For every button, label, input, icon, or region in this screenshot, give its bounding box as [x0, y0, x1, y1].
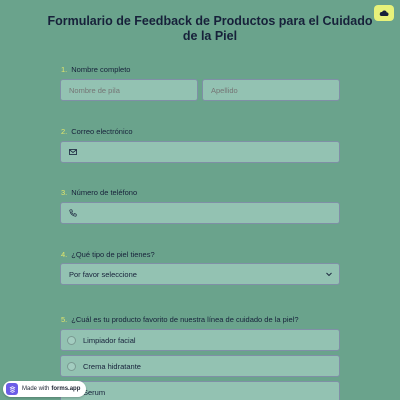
question-text: ¿Cuál es tu producto favorito de nuestra… — [71, 315, 299, 324]
option-facial-cleanser[interactable]: Limpiador facial — [60, 329, 340, 351]
question-number: 5. — [61, 315, 68, 324]
option-label: Limpiador facial — [83, 335, 136, 345]
radio-button[interactable] — [67, 335, 76, 345]
phone-field[interactable] — [60, 202, 340, 224]
question-text: ¿Qué tipo de piel tienes? — [71, 250, 155, 259]
question-number: 4. — [61, 250, 68, 259]
option-label: Serum — [83, 387, 106, 397]
phone-icon — [69, 209, 77, 217]
question-label-phone: 3. Número de teléfono — [61, 188, 137, 197]
option-serum[interactable]: Serum — [60, 381, 340, 400]
skin-type-select[interactable]: Por favor seleccione — [60, 263, 340, 285]
badge-prefix: Made with — [22, 386, 50, 392]
radio-button[interactable] — [67, 361, 76, 371]
cloud-icon — [379, 10, 389, 16]
select-value: Por favor seleccione — [69, 269, 137, 279]
question-text: Correo electrónico — [71, 127, 133, 136]
question-number: 3. — [61, 188, 68, 197]
mail-icon — [69, 148, 77, 156]
question-text: Nombre completo — [71, 65, 131, 74]
form-title: Formulario de Feedback de Productos para… — [47, 14, 373, 43]
email-field[interactable] — [60, 141, 340, 163]
question-label-email: 2. Correo electrónico — [61, 127, 133, 136]
question-label-skin-type: 4. ¿Qué tipo de piel tienes? — [61, 250, 155, 259]
question-number: 1. — [61, 65, 68, 74]
option-moisturizer[interactable]: Crema hidratante — [60, 355, 340, 377]
made-with-badge[interactable]: Made with forms.app — [3, 381, 87, 397]
first-name-input[interactable] — [60, 79, 198, 101]
forms-app-logo-icon — [6, 383, 18, 395]
question-number: 2. — [61, 127, 68, 136]
badge-brand: forms.app — [51, 386, 81, 392]
option-label: Crema hidratante — [83, 361, 141, 371]
chevron-down-icon — [325, 270, 333, 278]
question-label-full-name: 1. Nombre completo — [61, 65, 130, 74]
last-name-input[interactable] — [202, 79, 340, 101]
question-text: Número de teléfono — [71, 188, 138, 197]
question-label-favorite-product: 5. ¿Cuál es tu producto favorito de nues… — [61, 315, 299, 324]
